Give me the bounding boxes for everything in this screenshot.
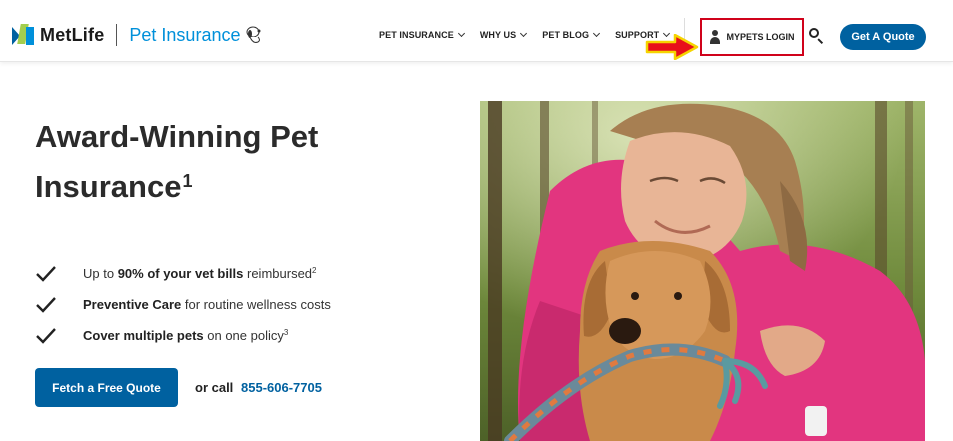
check-icon [36, 296, 56, 313]
person-icon [709, 30, 721, 44]
list-item: Cover multiple pets on one policy3 [35, 320, 331, 351]
chevron-down-icon [520, 29, 528, 38]
login-label: MYPETS LOGIN [726, 32, 795, 42]
nav-label: PET INSURANCE [379, 30, 454, 40]
phone-link[interactable]: 855-606-7705 [241, 380, 322, 395]
arrow-right-icon [645, 34, 699, 60]
logo-divider [116, 24, 118, 46]
get-a-quote-button[interactable]: Get A Quote [840, 24, 926, 50]
or-call-label: or call [195, 380, 234, 395]
product-name: Pet Insurance [129, 24, 241, 45]
list-item: Preventive Care for routine wellness cos… [35, 289, 331, 320]
metlife-logo[interactable]: MetLife Pet Insurance [12, 24, 264, 46]
chevron-down-icon [593, 29, 601, 38]
brand-name: MetLife [40, 24, 105, 45]
benefits-list: Up to 90% of your vet bills reimbursed2 … [35, 258, 331, 351]
footnote-ref: 1 [182, 171, 193, 191]
check-icon [36, 327, 56, 344]
benefit-text: Up to 90% of your vet bills reimbursed2 [83, 266, 317, 281]
main-nav: PET INSURANCE WHY US PET BLOG SUPPORT [379, 29, 685, 40]
nav-why-us[interactable]: WHY US [479, 29, 528, 40]
hero-title: Award-Winning Pet Insurance1 [35, 114, 415, 209]
nav-pet-insurance[interactable]: PET INSURANCE [379, 29, 465, 40]
mypets-login-button[interactable]: MYPETS LOGIN [700, 18, 804, 56]
nav-label: PET BLOG [542, 30, 590, 40]
hero-title-line1: Award-Winning Pet [35, 119, 319, 154]
metlife-logo-mark-icon [12, 24, 34, 46]
hero-photo [480, 101, 925, 441]
list-item: Up to 90% of your vet bills reimbursed2 [35, 258, 331, 289]
nav-label: WHY US [479, 30, 517, 40]
hero-title-line2: Insurance [35, 169, 182, 204]
site-header: MetLife Pet Insurance PET INSURANCE WHY … [0, 0, 953, 62]
chevron-down-icon [457, 29, 465, 38]
benefit-text: Cover multiple pets on one policy3 [83, 328, 289, 343]
snoopy-icon [246, 26, 261, 43]
fetch-free-quote-button[interactable]: Fetch a Free Quote [35, 368, 178, 407]
nav-pet-blog[interactable]: PET BLOG [542, 29, 601, 40]
search-icon[interactable] [808, 27, 824, 45]
benefit-text: Preventive Care for routine wellness cos… [83, 297, 331, 312]
check-icon [36, 265, 56, 282]
